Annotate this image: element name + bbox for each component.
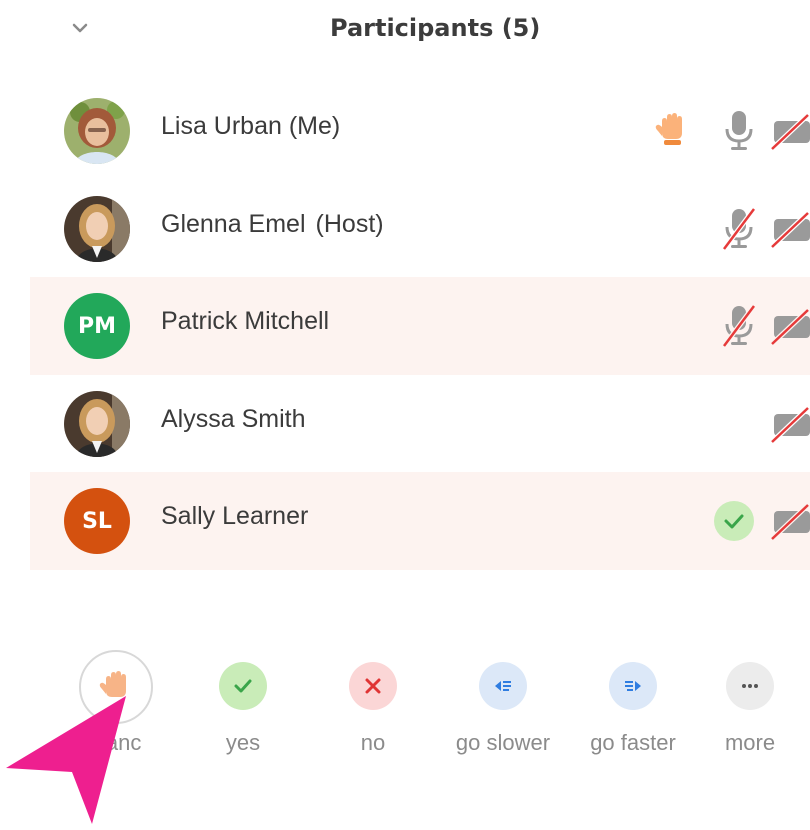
- video-off-icon: [770, 210, 810, 249]
- participant-row[interactable]: SL Sally Learner: [30, 472, 810, 570]
- panel-title: Participants (5): [330, 14, 541, 42]
- no-button[interactable]: no: [313, 640, 433, 770]
- check-icon: [219, 662, 267, 710]
- raised-hand-icon: [655, 113, 682, 145]
- participant-row[interactable]: Alyssa Smith: [30, 375, 810, 473]
- participant-row[interactable]: Glenna Emel (Host): [30, 180, 810, 278]
- host-label: (Host): [315, 209, 384, 238]
- participant-list: Lisa Urban (Me) Glenna Emel (Host) PM Pa…: [30, 82, 810, 570]
- participant-name: Lisa Urban (Me): [161, 112, 341, 140]
- video-off-icon: [770, 503, 810, 541]
- chevron-down-icon[interactable]: [66, 14, 94, 42]
- more-icon: [726, 662, 774, 710]
- video-off-icon: [770, 405, 810, 444]
- avatar: PM: [64, 293, 130, 359]
- video-off-icon: [770, 113, 810, 151]
- more-button[interactable]: more: [690, 640, 810, 770]
- avatar: SL: [64, 488, 130, 554]
- go-faster-button[interactable]: go faster: [573, 640, 693, 770]
- reaction-label: yes: [225, 730, 261, 755]
- microphone-muted-icon: [722, 304, 756, 348]
- participant-name: Sally Learner: [161, 502, 309, 530]
- reaction-label: go faster: [590, 730, 676, 755]
- reaction-label: no: [360, 730, 386, 755]
- avatar: [64, 98, 130, 164]
- avatar: [64, 390, 130, 457]
- video-off-icon: [770, 308, 810, 346]
- yes-check-icon: [714, 501, 754, 541]
- participant-row[interactable]: Lisa Urban (Me): [30, 82, 810, 180]
- participant-name: Alyssa Smith: [161, 404, 306, 433]
- yes-button[interactable]: yes: [183, 640, 303, 770]
- avatar: [64, 195, 130, 262]
- participant-name: Glenna Emel (Host): [161, 209, 384, 238]
- x-icon: [349, 662, 397, 710]
- microphone-icon: [725, 111, 753, 150]
- reaction-label: go slower: [455, 730, 551, 755]
- go-slower-button[interactable]: go slower: [443, 640, 563, 770]
- reaction-label: more: [724, 730, 776, 755]
- go-slower-icon: [479, 662, 527, 710]
- microphone-muted-icon: [722, 207, 756, 250]
- participant-name: Patrick Mitchell: [161, 307, 330, 335]
- participant-row[interactable]: PM Patrick Mitchell: [30, 277, 810, 375]
- annotation-arrow-icon: [6, 696, 126, 824]
- go-faster-icon: [609, 662, 657, 710]
- participants-header: Participants (5): [0, 0, 810, 62]
